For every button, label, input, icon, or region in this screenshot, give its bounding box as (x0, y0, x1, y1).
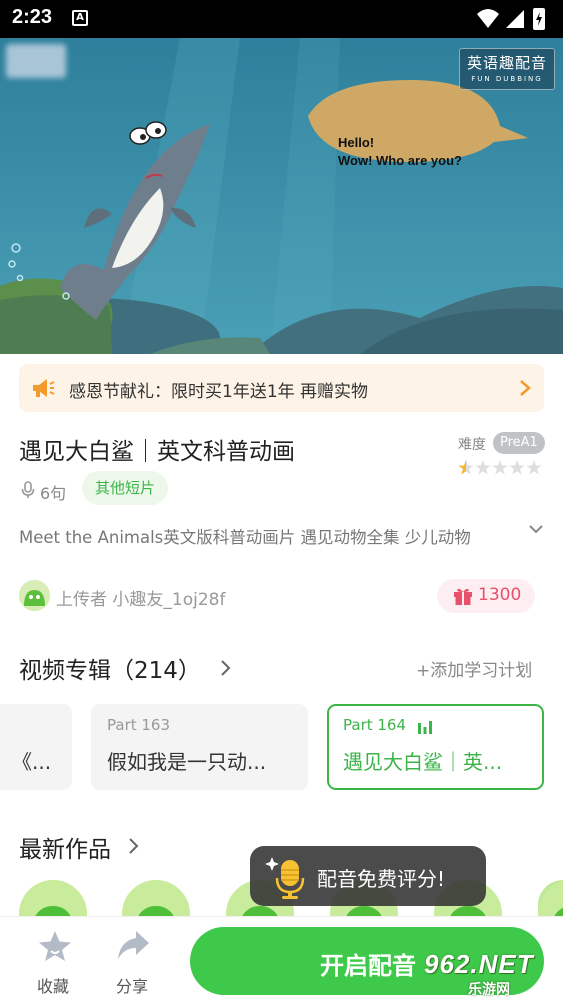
category-tag[interactable]: 其他短片 (82, 471, 169, 505)
blurred-overlay (6, 44, 66, 78)
album-card-part: Part 164 (343, 716, 407, 734)
watermark-sub: 乐游网 (468, 982, 510, 998)
speech-bubble: Hello! Wow! Who are you? (338, 134, 462, 170)
favorite-star-icon[interactable] (37, 929, 73, 963)
difficulty-badge: PreA1 (493, 432, 545, 454)
chevron-down-icon[interactable] (528, 522, 544, 536)
album-card-part: Part 163 (107, 716, 171, 734)
album-card-current[interactable]: Part 164 遇见大白鲨｜英... (327, 704, 544, 790)
dubbing-score-toast[interactable]: 配音免费评分! (250, 846, 486, 906)
favorite-label[interactable]: 收藏 (37, 973, 69, 997)
uploader-avatar[interactable] (19, 580, 50, 611)
watermark-brand: 962.NET (424, 949, 534, 979)
bubble-line-1: Hello! (338, 135, 375, 150)
chevron-right-icon[interactable] (220, 659, 232, 677)
monster-avatar-icon (19, 580, 50, 611)
logo-subtitle: FUN DUBBING (471, 75, 543, 83)
album-card-name: 假如我是一只动... (107, 750, 267, 774)
site-watermark: 962.NET 乐游网 (424, 949, 558, 999)
lesson-title: 遇见大白鲨｜英文科普动画 (19, 439, 295, 465)
promo-banner[interactable]: 感恩节献礼：限时买1年送1年 再赠实物 (19, 364, 544, 412)
album-card[interactable]: Part 163 假如我是一只动... (91, 704, 308, 790)
share-arrow-icon[interactable] (116, 929, 150, 961)
signal-icon (506, 10, 524, 28)
start-dubbing-label: 开启配音 (320, 952, 416, 980)
gift-count: 1300 (478, 585, 522, 605)
logo-title: 英语趣配音 (466, 54, 547, 72)
status-icons (477, 8, 545, 30)
promo-text: 感恩节献礼：限时买1年送1年 再赠实物 (69, 382, 369, 402)
rating-stars (458, 460, 542, 475)
video-player[interactable]: 英语趣配音 FUN DUBBING Hello! Wow! Who are yo… (0, 38, 563, 354)
gift-icon (454, 588, 472, 605)
add-study-plan-button[interactable]: +添加学习计划 (416, 656, 532, 681)
album-title[interactable]: 视频专辑（214） (19, 651, 201, 685)
wifi-icon (477, 9, 499, 28)
status-time: 2:23 (12, 6, 53, 28)
golden-microphone-icon (265, 857, 305, 899)
bottom-action-bar: 收藏 分享 开启配音 962.NET 乐游网 (0, 916, 563, 1002)
fun-dubbing-logo: 英语趣配音 FUN DUBBING (459, 48, 555, 90)
uploader-name[interactable]: 上传者 小趣友_1oj28f (56, 585, 225, 610)
microphone-icon (21, 481, 35, 498)
album-card-name: 《... (12, 750, 52, 774)
a-letter-icon: A (72, 10, 88, 26)
album-card-name: 遇见大白鲨｜英... (343, 750, 503, 774)
toast-text: 配音免费评分! (317, 867, 446, 891)
lesson-description: Meet the Animals英文版科普动画片 遇见动物全集 少儿动物 (19, 528, 471, 547)
gift-button[interactable]: 1300 (437, 579, 535, 613)
chevron-right-icon (520, 380, 531, 396)
share-label[interactable]: 分享 (116, 973, 148, 997)
sentence-count: 6句 (40, 484, 67, 503)
status-bar: 2:23 A (0, 0, 563, 38)
bubble-line-2: Wow! Who are you? (338, 153, 462, 168)
playing-equalizer-icon (418, 721, 432, 734)
latest-works-title[interactable]: 最新作品 (19, 830, 111, 864)
chevron-right-icon[interactable] (128, 837, 140, 855)
megaphone-icon (33, 379, 55, 397)
album-card[interactable]: 《... (0, 704, 72, 790)
difficulty-label: 难度 (458, 437, 486, 453)
